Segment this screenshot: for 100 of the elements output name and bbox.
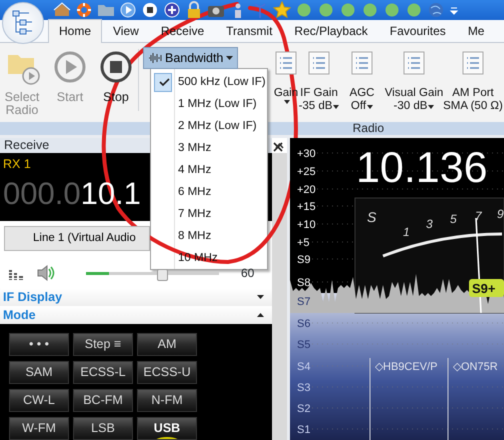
list-icon bbox=[275, 51, 297, 75]
plus-icon[interactable] bbox=[163, 1, 181, 19]
status-dot-icon[interactable] bbox=[383, 1, 401, 19]
station-label[interactable]: ◇HB9CEV/P bbox=[375, 361, 438, 373]
mode-button[interactable]: CW-L bbox=[9, 389, 69, 412]
stop-icon[interactable] bbox=[141, 1, 159, 19]
home-icon[interactable] bbox=[53, 1, 71, 19]
scale-label: S7 bbox=[297, 296, 310, 308]
section-header[interactable]: Mode bbox=[3, 306, 36, 324]
lifebuoy-icon[interactable] bbox=[75, 1, 93, 19]
speaker-icon[interactable] bbox=[36, 264, 56, 282]
caret-icon bbox=[226, 56, 234, 60]
bandwidth-dropdown[interactable]: Bandwidth bbox=[143, 47, 238, 69]
meter-scale-label: 9 bbox=[497, 207, 504, 221]
star-icon[interactable] bbox=[273, 1, 291, 19]
checkmark-icon bbox=[159, 78, 170, 87]
status-dot-icon[interactable] bbox=[339, 1, 357, 19]
stop-icon bbox=[98, 49, 134, 85]
frequency-digits: 000.0 bbox=[3, 176, 81, 211]
scale-label: S6 bbox=[297, 318, 310, 330]
mode-button[interactable]: AM bbox=[137, 333, 197, 356]
frequency-display: 10.136 bbox=[356, 144, 488, 192]
list-icon bbox=[308, 51, 330, 75]
menu-item[interactable]: 4 MHz bbox=[151, 160, 267, 182]
caret-icon bbox=[284, 100, 290, 104]
ribbon-tab[interactable]: Rec/Playback bbox=[283, 19, 379, 43]
status-dot-icon[interactable] bbox=[317, 1, 335, 19]
menu-item[interactable]: 8 MHz bbox=[151, 226, 267, 248]
meter-scale-label: 7 bbox=[475, 209, 482, 223]
ribbon-tab[interactable]: View bbox=[102, 19, 150, 43]
scale-label: +25 bbox=[297, 166, 316, 178]
control-label: AM Port bbox=[452, 87, 494, 100]
receiver-label: RX 1 bbox=[3, 156, 31, 173]
group-label: Radio bbox=[352, 122, 384, 135]
play-icon[interactable] bbox=[119, 1, 137, 19]
lock-icon[interactable] bbox=[185, 1, 203, 19]
mode-button[interactable]: LSB bbox=[73, 417, 133, 440]
status-dot-icon[interactable] bbox=[361, 1, 379, 19]
status-dot-icon[interactable] bbox=[295, 1, 313, 19]
scale-label: S5 bbox=[297, 339, 310, 351]
caret-icon bbox=[367, 104, 374, 108]
menu-item[interactable]: 500 kHz (Low IF) bbox=[151, 72, 267, 94]
mode-button[interactable]: ECSS-U bbox=[137, 361, 197, 384]
menu-item[interactable]: 2 MHz (Low IF) bbox=[151, 116, 267, 138]
meter-scale-label: 3 bbox=[426, 217, 433, 231]
mode-button[interactable]: ECSS-L bbox=[73, 361, 133, 384]
caret-icon bbox=[333, 104, 340, 108]
scale-label: +15 bbox=[297, 201, 316, 213]
scale-label: S4 bbox=[297, 361, 310, 373]
value-dropdown[interactable] bbox=[282, 100, 290, 104]
mode-button[interactable]: N-FM bbox=[137, 389, 197, 412]
status-dot-icon[interactable] bbox=[405, 1, 423, 19]
menu-item[interactable]: 7 MHz bbox=[151, 204, 267, 226]
scale-label: S1 bbox=[297, 424, 310, 436]
scale-label: S2 bbox=[297, 403, 310, 415]
menu-item[interactable]: 1 MHz (Low IF) bbox=[151, 94, 267, 116]
control-label: AGC bbox=[350, 87, 374, 100]
mode-button[interactable]: • • • bbox=[9, 333, 69, 356]
meter-scale-label: 1 bbox=[403, 225, 410, 239]
close-icon[interactable] bbox=[273, 142, 283, 152]
control-label: Visual Gain bbox=[384, 87, 444, 100]
value-dropdown[interactable]: Off bbox=[350, 100, 374, 113]
collapse-icon[interactable] bbox=[257, 313, 264, 317]
volume-slider-thumb[interactable] bbox=[156, 268, 168, 281]
list-icon bbox=[462, 51, 484, 75]
mode-button[interactable]: W-FM bbox=[9, 417, 69, 440]
scale-label: +30 bbox=[297, 148, 316, 160]
audio-device-button[interactable]: Line 1 (Virtual Audio bbox=[4, 226, 150, 251]
value-dropdown[interactable]: -35 dB bbox=[298, 100, 340, 113]
scale-label: S8 bbox=[297, 277, 310, 289]
scale-label: +20 bbox=[297, 184, 316, 196]
station-label[interactable]: ◇ON75R bbox=[453, 361, 498, 373]
meter-scale-label: S bbox=[367, 209, 376, 225]
panel-title: Receive bbox=[4, 137, 50, 154]
scroll-up-icon[interactable] bbox=[275, 142, 284, 148]
scale-label: S9 bbox=[297, 254, 310, 266]
list-icon bbox=[403, 51, 425, 75]
ribbon-tab[interactable]: Favourites bbox=[378, 19, 457, 43]
ribbon-tab[interactable]: Home bbox=[48, 19, 102, 43]
waveform-icon bbox=[148, 52, 162, 64]
mode-button[interactable]: Step ≡ bbox=[73, 333, 133, 356]
ribbon-tab[interactable]: Transmit bbox=[215, 19, 284, 43]
scale-label: S3 bbox=[297, 382, 310, 394]
expand-icon[interactable] bbox=[257, 295, 264, 299]
menu-item[interactable]: 3 MHz bbox=[151, 138, 267, 160]
scale-label: +5 bbox=[297, 237, 310, 249]
menu-item[interactable]: 6 MHz bbox=[151, 182, 267, 204]
list-icon bbox=[351, 51, 373, 75]
meter-scale-label: 5 bbox=[450, 212, 457, 226]
play-icon bbox=[52, 49, 88, 85]
scale-label: +10 bbox=[297, 219, 316, 231]
volume-reading: 60 bbox=[241, 265, 254, 282]
mode-button[interactable]: BC-FM bbox=[73, 389, 133, 412]
mode-button[interactable]: SAM bbox=[9, 361, 69, 384]
control-value: SMA (50 Ω) bbox=[443, 100, 503, 113]
mode-button[interactable]: USB bbox=[137, 417, 197, 440]
ribbon-tab[interactable]: Me bbox=[456, 19, 496, 43]
caret-icon bbox=[428, 104, 434, 108]
value-dropdown[interactable]: -30 dB bbox=[394, 100, 434, 113]
signal-reading-badge: S9+ bbox=[469, 279, 504, 297]
